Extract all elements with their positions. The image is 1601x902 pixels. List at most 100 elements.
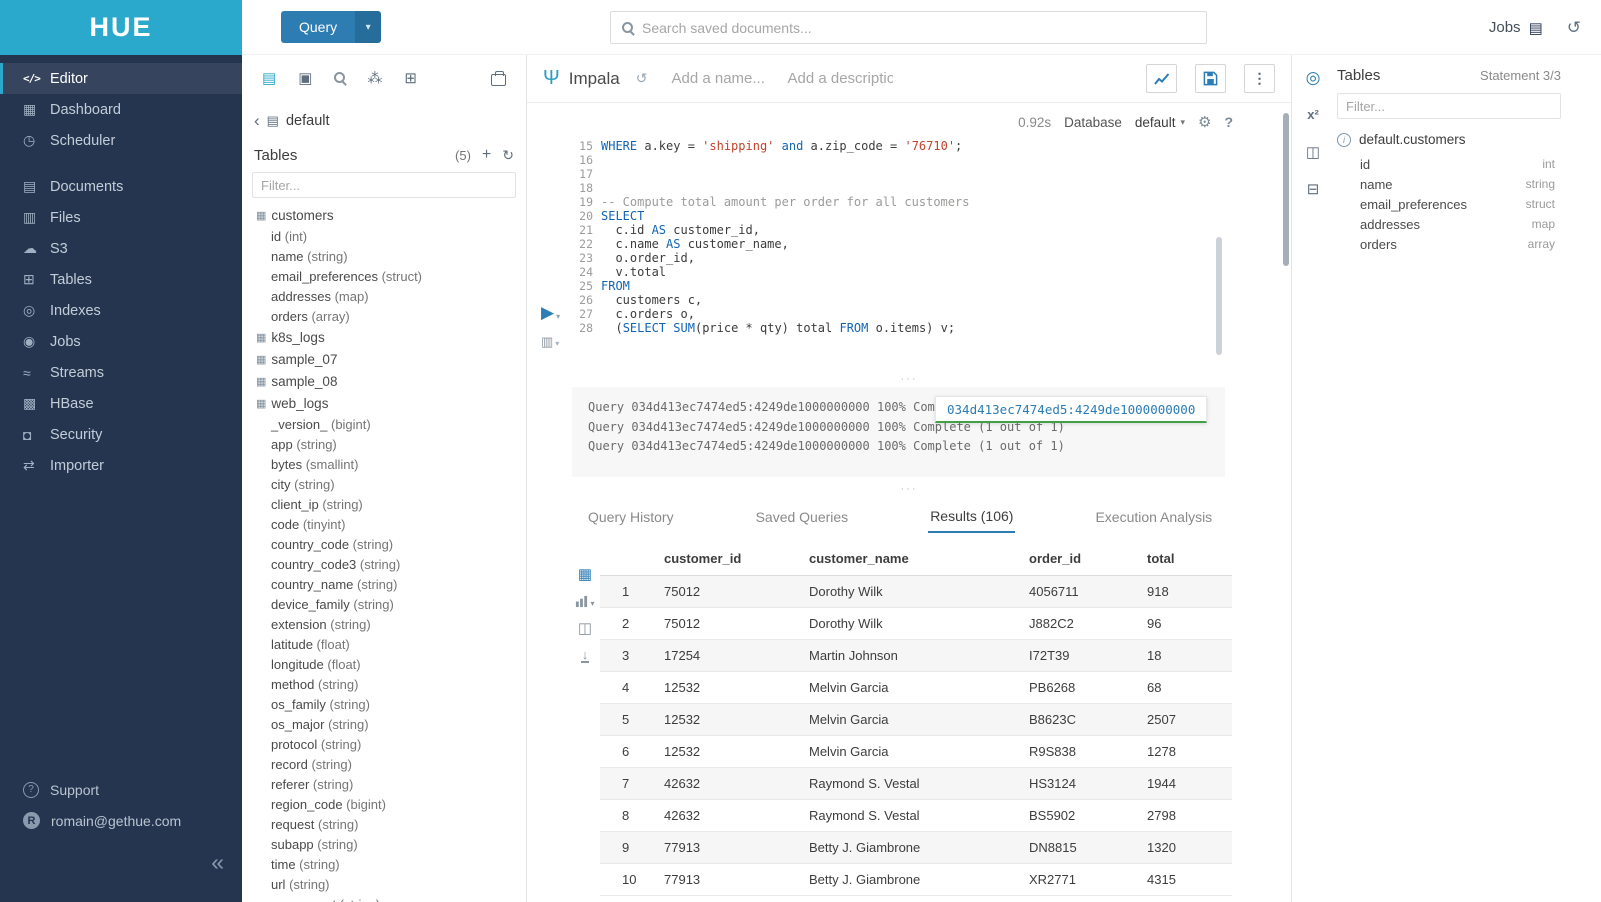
column-header-customer-id[interactable]: customer_id: [656, 543, 801, 576]
sidebar-item-security[interactable]: ◘Security: [0, 419, 242, 450]
table-item-web-logs[interactable]: ▦web_logs: [242, 392, 526, 414]
query-name-input[interactable]: [671, 70, 777, 87]
download-icon[interactable]: ↓: [581, 649, 590, 663]
documents-source-icon[interactable]: ▣: [298, 71, 312, 86]
functions-icon[interactable]: x²: [1292, 96, 1334, 133]
global-history-icon[interactable]: ↺: [1567, 18, 1581, 38]
play-icon[interactable]: ▶: [541, 304, 554, 321]
result-row[interactable]: 842632Raymond S. VestalBS59022798: [600, 800, 1232, 832]
column-item[interactable]: method (string): [242, 674, 526, 694]
result-row[interactable]: 275012Dorothy WilkJ882C296: [600, 608, 1232, 640]
run-statement-control[interactable]: ▶ ▾: [541, 304, 560, 321]
sidebar-item-dashboard[interactable]: ▦Dashboard: [0, 94, 242, 125]
column-header-total[interactable]: total: [1139, 543, 1232, 576]
column-item[interactable]: country_name (string): [242, 574, 526, 594]
column-item-id[interactable]: idint: [1337, 154, 1555, 174]
results-resize-handle[interactable]: ···: [527, 485, 1291, 493]
result-row[interactable]: 977913Betty J. GiambroneDN88151320: [600, 832, 1232, 864]
column-item[interactable]: id (int): [242, 226, 526, 246]
user-menu[interactable]: R romain@gethue.com: [0, 805, 242, 836]
breadcrumb-database[interactable]: default: [286, 113, 330, 129]
table-item-sample-07[interactable]: ▦sample_07: [242, 348, 526, 370]
column-item-addresses[interactable]: addressesmap: [1337, 214, 1555, 234]
column-item[interactable]: name (string): [242, 246, 526, 266]
result-row[interactable]: 1077913Betty J. GiambroneXR27714315: [600, 864, 1232, 896]
column-item[interactable]: client_ip (string): [242, 494, 526, 514]
column-item[interactable]: city (string): [242, 474, 526, 494]
code-lines[interactable]: WHERE a.key = 'shipping' and a.zip_code …: [601, 139, 1207, 335]
column-item[interactable]: os_family (string): [242, 694, 526, 714]
db-source-icon[interactable]: ▤: [262, 71, 276, 86]
sidebar-item-indexes[interactable]: ◎Indexes: [0, 295, 242, 326]
database-selector[interactable]: default ▾: [1135, 115, 1185, 130]
collapse-sidebar-button[interactable]: «: [211, 849, 224, 876]
tab-results-106[interactable]: Results (106): [928, 501, 1015, 533]
column-item[interactable]: country_code (string): [242, 534, 526, 554]
chart-view-icon[interactable]: ▾: [575, 595, 594, 608]
search-plus-icon[interactable]: [334, 71, 345, 86]
help-icon[interactable]: ?: [1224, 114, 1233, 130]
sidebar-item-s3[interactable]: ☁S3: [0, 233, 242, 264]
code-editor[interactable]: ▶ ▾ ▥ ▾ 1516171819202122232425262728 WHE…: [527, 135, 1291, 385]
sitemap-icon[interactable]: ⁂: [367, 71, 382, 86]
result-row[interactable]: 612532Melvin GarciaR9S8381278: [600, 736, 1232, 768]
column-item[interactable]: region_code (bigint): [242, 794, 526, 814]
chart-caret-icon[interactable]: ▾: [590, 599, 594, 608]
column-item[interactable]: bytes (smallint): [242, 454, 526, 474]
column-item[interactable]: _version_ (bigint): [242, 414, 526, 434]
column-item[interactable]: code (tinyint): [242, 514, 526, 534]
language-reference-icon[interactable]: ◫: [1292, 133, 1334, 170]
result-row[interactable]: 317254Martin JohnsonI72T3918: [600, 640, 1232, 672]
table-item-customers[interactable]: ▦customers: [242, 204, 526, 226]
column-item[interactable]: device_family (string): [242, 594, 526, 614]
sidebar-item-hbase[interactable]: ▩HBase: [0, 388, 242, 419]
column-item[interactable]: time (string): [242, 854, 526, 874]
assist-filter-input[interactable]: [252, 172, 516, 198]
tab-execution-analysis[interactable]: Execution Analysis: [1093, 502, 1214, 532]
search-input[interactable]: [642, 20, 1195, 36]
column-item[interactable]: extension (string): [242, 614, 526, 634]
query-history-icon[interactable]: ↺: [636, 70, 648, 87]
column-item[interactable]: request (string): [242, 814, 526, 834]
column-item-name[interactable]: namestring: [1337, 174, 1555, 194]
chart-button[interactable]: [1146, 64, 1177, 93]
bag-icon[interactable]: [491, 74, 506, 86]
column-item[interactable]: latitude (float): [242, 634, 526, 654]
column-item[interactable]: longitude (float): [242, 654, 526, 674]
result-row[interactable]: 175012Dorothy Wilk4056711918: [600, 576, 1232, 608]
column-header-customer-name[interactable]: customer_name: [801, 543, 1021, 576]
statement-options-control[interactable]: ▥ ▾: [541, 335, 559, 348]
global-search[interactable]: [610, 11, 1207, 44]
save-button[interactable]: [1195, 64, 1226, 93]
table-item-sample-08[interactable]: ▦sample_08: [242, 370, 526, 392]
hue-logo[interactable]: HUE: [0, 0, 242, 55]
query-dropdown-caret-icon[interactable]: ▾: [355, 11, 381, 43]
format-icon[interactable]: ▥: [541, 335, 553, 348]
support-link[interactable]: ? Support: [0, 774, 242, 805]
result-row[interactable]: 412532Melvin GarciaPB626868: [600, 672, 1232, 704]
play-caret-icon[interactable]: ▾: [556, 312, 560, 321]
column-item[interactable]: addresses (map): [242, 286, 526, 306]
add-table-icon[interactable]: +: [482, 146, 491, 164]
apps-grid-icon[interactable]: ⊞: [404, 71, 417, 86]
column-item[interactable]: referer (string): [242, 774, 526, 794]
column-item[interactable]: record (string): [242, 754, 526, 774]
tab-saved-queries[interactable]: Saved Queries: [754, 502, 851, 532]
refresh-icon[interactable]: ↻: [502, 147, 514, 164]
result-row[interactable]: 512532Melvin GarciaB8623C2507: [600, 704, 1232, 736]
column-item[interactable]: app (string): [242, 434, 526, 454]
sidebar-item-editor[interactable]: </>Editor: [0, 63, 242, 94]
tab-query-history[interactable]: Query History: [586, 502, 676, 532]
table-item-k8s-logs[interactable]: ▦k8s_logs: [242, 326, 526, 348]
page-scrollbar-thumb[interactable]: [1283, 113, 1289, 266]
editor-scrollbar-thumb[interactable]: [1216, 237, 1222, 355]
column-item[interactable]: country_code3 (string): [242, 554, 526, 574]
back-chevron-icon[interactable]: ‹: [254, 111, 260, 131]
new-query-button[interactable]: Query ▾: [281, 11, 381, 43]
sidebar-item-streams[interactable]: ≈Streams: [0, 357, 242, 388]
column-item[interactable]: os_major (string): [242, 714, 526, 734]
active-table-row[interactable]: i default.customers: [1337, 132, 1561, 147]
assistant-icon[interactable]: ◎: [1292, 59, 1334, 96]
sidebar-item-documents[interactable]: ▤Documents: [0, 171, 242, 202]
sidebar-item-tables[interactable]: ⊞Tables: [0, 264, 242, 295]
